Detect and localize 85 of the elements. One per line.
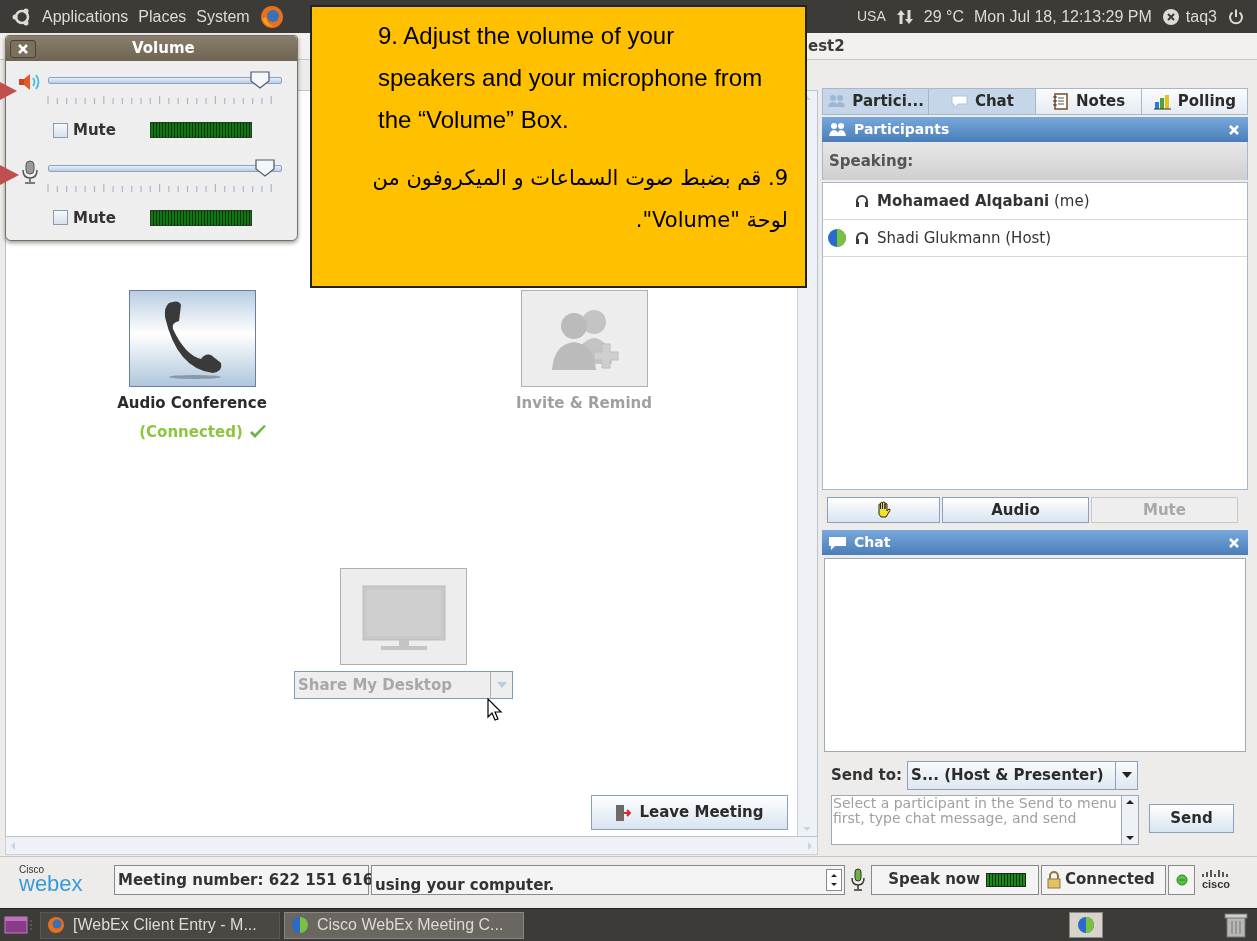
panel-title: Chat — [854, 533, 891, 552]
panel-tab[interactable]: Polling — [1140, 89, 1247, 114]
dropdown-arrow-icon — [1120, 771, 1133, 779]
chat-message-field[interactable]: Select a participant in the Send to menu first, type chat message, and send — [831, 795, 1139, 845]
status-message: using your computer. — [374, 874, 556, 894]
browser-icon — [47, 916, 65, 934]
instruction-text-arabic: 9. قم بضبط صوت السماعات و الميكروفون من لوحة "Volume". — [371, 165, 788, 234]
message-spinner[interactable] — [826, 868, 842, 891]
slider-thumb[interactable] — [254, 158, 275, 177]
mouse-pointer-icon — [487, 698, 503, 722]
panel-tab[interactable]: Chat — [928, 89, 1035, 114]
send-to-dropdown[interactable]: S... (Host & Presenter) — [907, 760, 1139, 790]
panel-tab[interactable]: Notes — [1034, 89, 1141, 114]
people-icon — [827, 93, 847, 110]
pointer-arrow-icon — [0, 79, 18, 103]
exit-door-icon — [615, 803, 632, 822]
mute-label: Mute — [73, 120, 116, 141]
message-scrollbar[interactable] — [1121, 796, 1138, 844]
ubuntu-logo-icon[interactable] — [12, 6, 32, 27]
bar-chart-icon — [1152, 93, 1172, 110]
cisco-logo: cisco — [1201, 879, 1231, 890]
power-icon[interactable] — [1227, 7, 1245, 26]
close-icon — [1228, 123, 1240, 136]
speaker-icon — [18, 72, 42, 92]
speech-bubble-icon — [828, 534, 848, 551]
window-title: est2 — [808, 35, 845, 57]
dropdown-arrow-icon — [495, 681, 508, 689]
notebook-icon — [1051, 93, 1071, 110]
brand-caption: Cisco — [19, 864, 45, 875]
cisco-bars-icon — [1201, 869, 1231, 879]
speaking-label: Speaking: — [829, 151, 914, 172]
headset-icon — [855, 231, 869, 245]
leave-meeting-button[interactable]: Leave Meeting — [591, 795, 788, 830]
mute-checkbox[interactable] — [53, 210, 68, 226]
audio-panel-button[interactable]: Audio — [942, 497, 1089, 523]
mute-checkbox[interactable] — [53, 122, 68, 138]
brand-logo: webex — [19, 872, 84, 895]
close-button[interactable] — [10, 39, 36, 58]
send-to-label: Send to: — [831, 764, 903, 786]
action-tile[interactable] — [128, 290, 256, 387]
clock[interactable]: Mon Jul 18, 12:13:29 PM — [973, 4, 1152, 29]
raise-hand-button[interactable] — [827, 497, 940, 523]
pointer-arrow-icon — [0, 162, 20, 188]
menu-item[interactable]: System — [196, 4, 250, 29]
globe-icon — [291, 916, 309, 934]
headset-icon — [855, 194, 869, 208]
meeting-number: Meeting number: 622 151 616 — [114, 864, 369, 895]
volume-title: Volume — [132, 38, 195, 60]
action-label: Invite & Remind — [516, 393, 652, 414]
people-icon — [828, 121, 848, 138]
globe-icon — [1077, 916, 1095, 934]
speech-bubble-icon — [949, 93, 969, 110]
keyboard-layout[interactable]: USA — [856, 6, 886, 27]
mute-label: Mute — [73, 207, 116, 229]
globe-icon — [827, 228, 847, 248]
level-meter — [986, 872, 1026, 887]
close-icon — [1228, 536, 1240, 549]
menu-item[interactable]: Places — [138, 4, 187, 29]
instruction-text: 9. Adjust the volume of your speakers and your microphone from the “Volume” Box. — [378, 21, 763, 135]
network-arrows-icon[interactable] — [895, 7, 914, 26]
status-dot-icon — [1175, 873, 1188, 886]
temperature[interactable]: 29 °C — [923, 4, 964, 29]
lock-icon — [1047, 870, 1061, 889]
connection-label: Connected — [1065, 869, 1155, 891]
tray-webex-button[interactable] — [1069, 912, 1103, 938]
connection-status: (Connected) — [139, 421, 243, 443]
taskbar-item[interactable]: Cisco WebEx Meeting C... — [284, 911, 524, 939]
check-icon — [248, 423, 267, 440]
browser-icon[interactable] — [259, 4, 284, 29]
participant-name[interactable]: Mohamaed Alqabani (me) — [877, 189, 1090, 213]
close-icon — [18, 43, 28, 54]
trash-icon[interactable] — [1223, 911, 1249, 939]
microphone-icon — [850, 867, 866, 892]
user-name[interactable]: taq3 — [1185, 4, 1217, 29]
user-status-icon[interactable] — [1161, 7, 1180, 26]
action-label: Audio Conference — [117, 393, 267, 414]
send-button[interactable]: Send — [1149, 804, 1234, 833]
hand-icon — [875, 501, 892, 519]
speak-label: Speak now — [888, 869, 980, 891]
panel-title: Participants — [854, 120, 950, 139]
panel-tab[interactable]: Partici... — [823, 89, 929, 114]
taskbar-item[interactable]: [WebEx Client Entry - M... — [40, 911, 280, 939]
menu-item[interactable]: Applications — [42, 4, 129, 29]
share-tile[interactable] — [340, 568, 467, 665]
participant-name[interactable]: Shadi Glukmann (Host) — [877, 226, 1052, 250]
